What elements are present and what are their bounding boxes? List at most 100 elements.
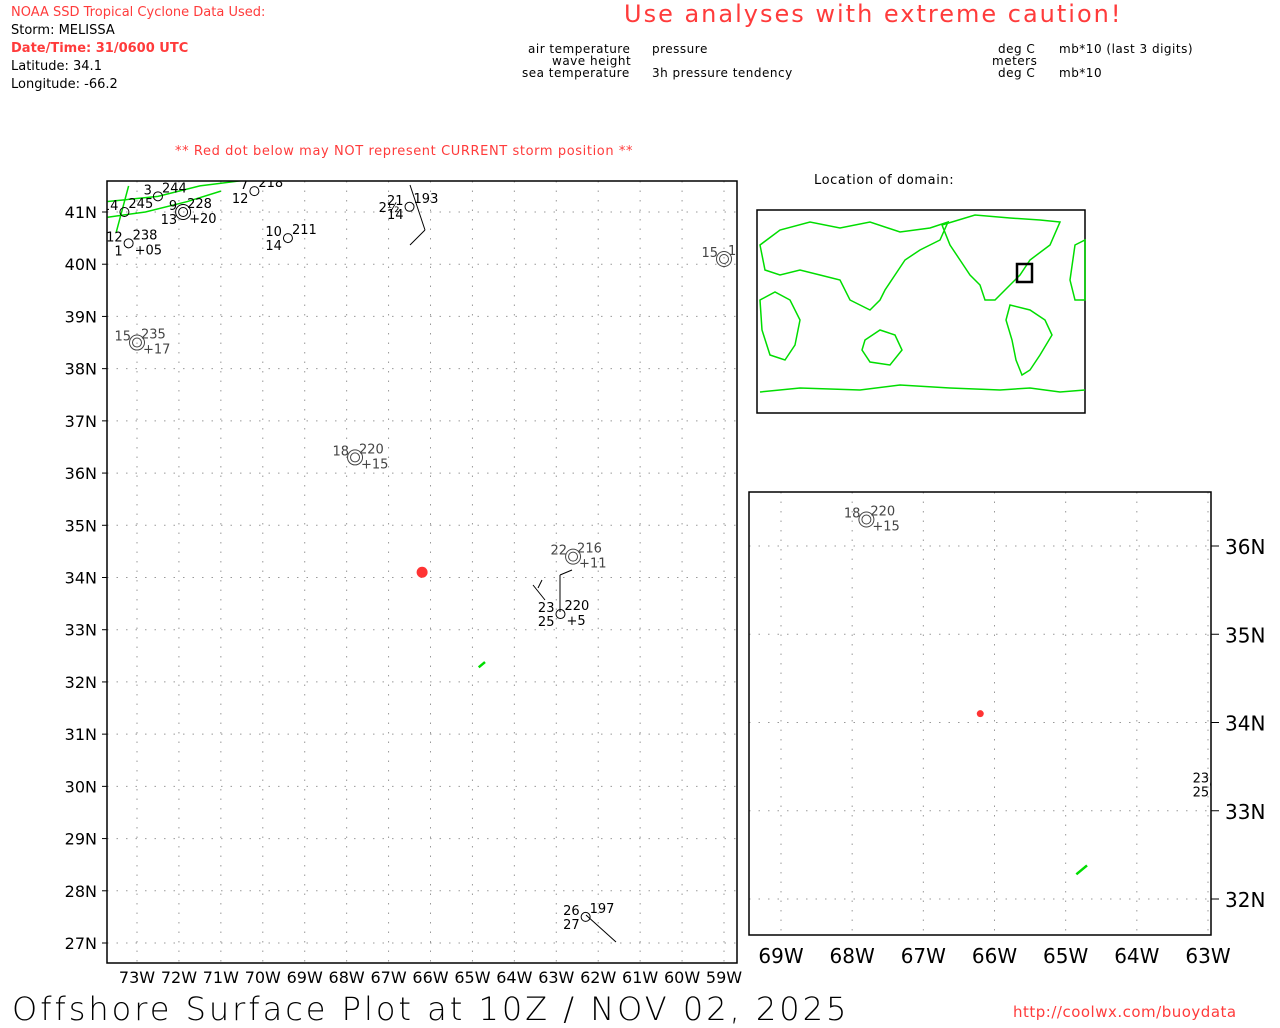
station-plot: 23 220 25 +5 <box>1193 771 1240 800</box>
sea-temperature: 27 <box>563 918 580 933</box>
station-plot: 12 238 1 +05 <box>106 228 162 259</box>
air-temperature: 12 <box>106 230 123 245</box>
station-circle <box>1210 781 1211 788</box>
pressure-tendency: +05 <box>135 243 162 258</box>
pressure: 1 <box>728 244 736 259</box>
lat-tick-label: 40N <box>65 255 97 274</box>
lon-tick-label: 63W <box>1185 944 1230 968</box>
source-url-link[interactable]: http://coolwx.com/buoydata <box>1013 1003 1237 1021</box>
pressure: 216 <box>577 542 602 557</box>
lon-tick-label: 61W <box>622 968 658 987</box>
station-plot: 23 220 25 +5 <box>538 599 589 630</box>
lat-tick-label: 36N <box>1225 535 1265 559</box>
lon-tick-label: 69W <box>758 944 803 968</box>
sea-temperature: 25 <box>1193 785 1210 800</box>
pressure-tendency: +15 <box>361 457 388 472</box>
wind-barb-flag <box>409 229 426 246</box>
lat-tick-label: 29N <box>65 830 97 849</box>
air-temperature: 23 <box>1193 771 1210 786</box>
lon-tick-label: 66W <box>972 944 1017 968</box>
station-plot: 14 245 <box>107 197 153 217</box>
pressure-tendency: +17 <box>143 343 170 358</box>
lat-tick-label: 34N <box>1225 712 1265 736</box>
pressure: 228 <box>187 197 212 212</box>
pressure: 218 <box>258 176 283 191</box>
lat-tick-label: 32N <box>65 673 97 692</box>
lon-tick-label: 62W <box>580 968 616 987</box>
lat-tick-label: 27N <box>65 934 97 953</box>
world-locator-map <box>756 209 1086 414</box>
lat-tick-label: 35N <box>1225 623 1265 647</box>
lat-tick-label: 31N <box>65 725 97 744</box>
inset-map: 18 220+1523 22025 +569W 68W 67W 66W 65W 64W 63W36… <box>748 491 1265 968</box>
lat-tick-label: 38N <box>65 360 97 379</box>
lon-tick-label: 65W <box>454 968 490 987</box>
air-temperature: 18 <box>844 507 861 522</box>
station-plot: 9 228 13 +20 <box>161 197 217 228</box>
lat-tick-label: 30N <box>65 777 97 796</box>
air-temperature: 26 <box>563 904 580 919</box>
pressure: 197 <box>590 902 615 917</box>
lon-tick-label: 59W <box>706 968 742 987</box>
pressure-tendency: +5 <box>1221 784 1240 799</box>
station-plot: 15 1 <box>701 244 736 267</box>
map-body: 15 115 235+1718 220+1522 216+1123 22025 +526 19… <box>106 176 737 963</box>
lon-tick-label: 68W <box>830 944 875 968</box>
map-body: 18 220+1523 22025 +5 <box>749 492 1240 935</box>
lon-tick-label: 67W <box>370 968 406 987</box>
lat-tick-label: 33N <box>1225 800 1265 824</box>
lat-tick-label: 28N <box>65 882 97 901</box>
lon-tick-label: 73W <box>119 968 155 987</box>
wave-height: 2½ <box>379 201 400 216</box>
station-plot: 18 220+15 <box>332 442 388 472</box>
storm-position-dot <box>976 710 984 718</box>
pressure: 244 <box>162 181 187 196</box>
air-temperature: 9 <box>169 199 177 214</box>
lat-tick-label: 36N <box>65 464 97 483</box>
lon-tick-label: 72W <box>161 968 197 987</box>
sea-temperature: 1 <box>114 244 122 259</box>
lat-tick-label: 35N <box>65 516 97 535</box>
lat-tick-label: 33N <box>65 621 97 640</box>
air-temperature: 15 <box>701 246 718 261</box>
lon-tick-label: 60W <box>664 968 700 987</box>
lon-tick-label: 63W <box>538 968 574 987</box>
lat-tick-label: 41N <box>65 203 97 222</box>
pressure: 211 <box>292 223 317 238</box>
world-map-frame <box>756 209 1086 414</box>
sea-temperature: 12 <box>232 192 249 207</box>
plot-title: Offshore Surface Plot at 10Z / NOV 02, 2… <box>12 990 850 1028</box>
lon-tick-label: 68W <box>329 968 365 987</box>
pressure: 220 <box>870 505 895 520</box>
sea-temperature: 13 <box>161 213 178 228</box>
storm-position-dot <box>416 566 428 578</box>
lon-tick-label: 71W <box>203 968 239 987</box>
pressure-tendency: +5 <box>566 614 585 629</box>
wind-barb <box>585 914 617 943</box>
air-temperature: 10 <box>265 225 282 240</box>
lon-tick-label: 64W <box>496 968 532 987</box>
station-plot: 15 235+17 <box>114 328 170 358</box>
lat-tick-label: 39N <box>65 307 97 326</box>
lon-tick-label: 66W <box>412 968 448 987</box>
air-temperature: 23 <box>538 601 555 616</box>
lat-tick-label: 34N <box>65 569 97 588</box>
wind-barb <box>532 579 546 601</box>
air-temperature: 18 <box>332 444 349 459</box>
pressure-tendency: +15 <box>872 520 899 535</box>
pressure-tendency: +20 <box>189 212 216 227</box>
lat-tick-label: 37N <box>65 412 97 431</box>
air-temperature: 15 <box>114 330 131 345</box>
pressure-tendency: +11 <box>579 557 606 572</box>
lon-tick-label: 64W <box>1114 944 1159 968</box>
bermuda-coastline <box>477 661 486 669</box>
bermuda-coastline <box>1075 864 1088 876</box>
pressure: 245 <box>128 197 153 212</box>
lon-tick-label: 65W <box>1043 944 1088 968</box>
lon-tick-label: 67W <box>901 944 946 968</box>
lon-tick-label: 70W <box>245 968 281 987</box>
station-plot: 22 216+11 <box>551 542 607 572</box>
sea-temperature: 25 <box>538 615 555 630</box>
pressure: 220 <box>564 599 589 614</box>
pressure: 220 <box>359 442 384 457</box>
